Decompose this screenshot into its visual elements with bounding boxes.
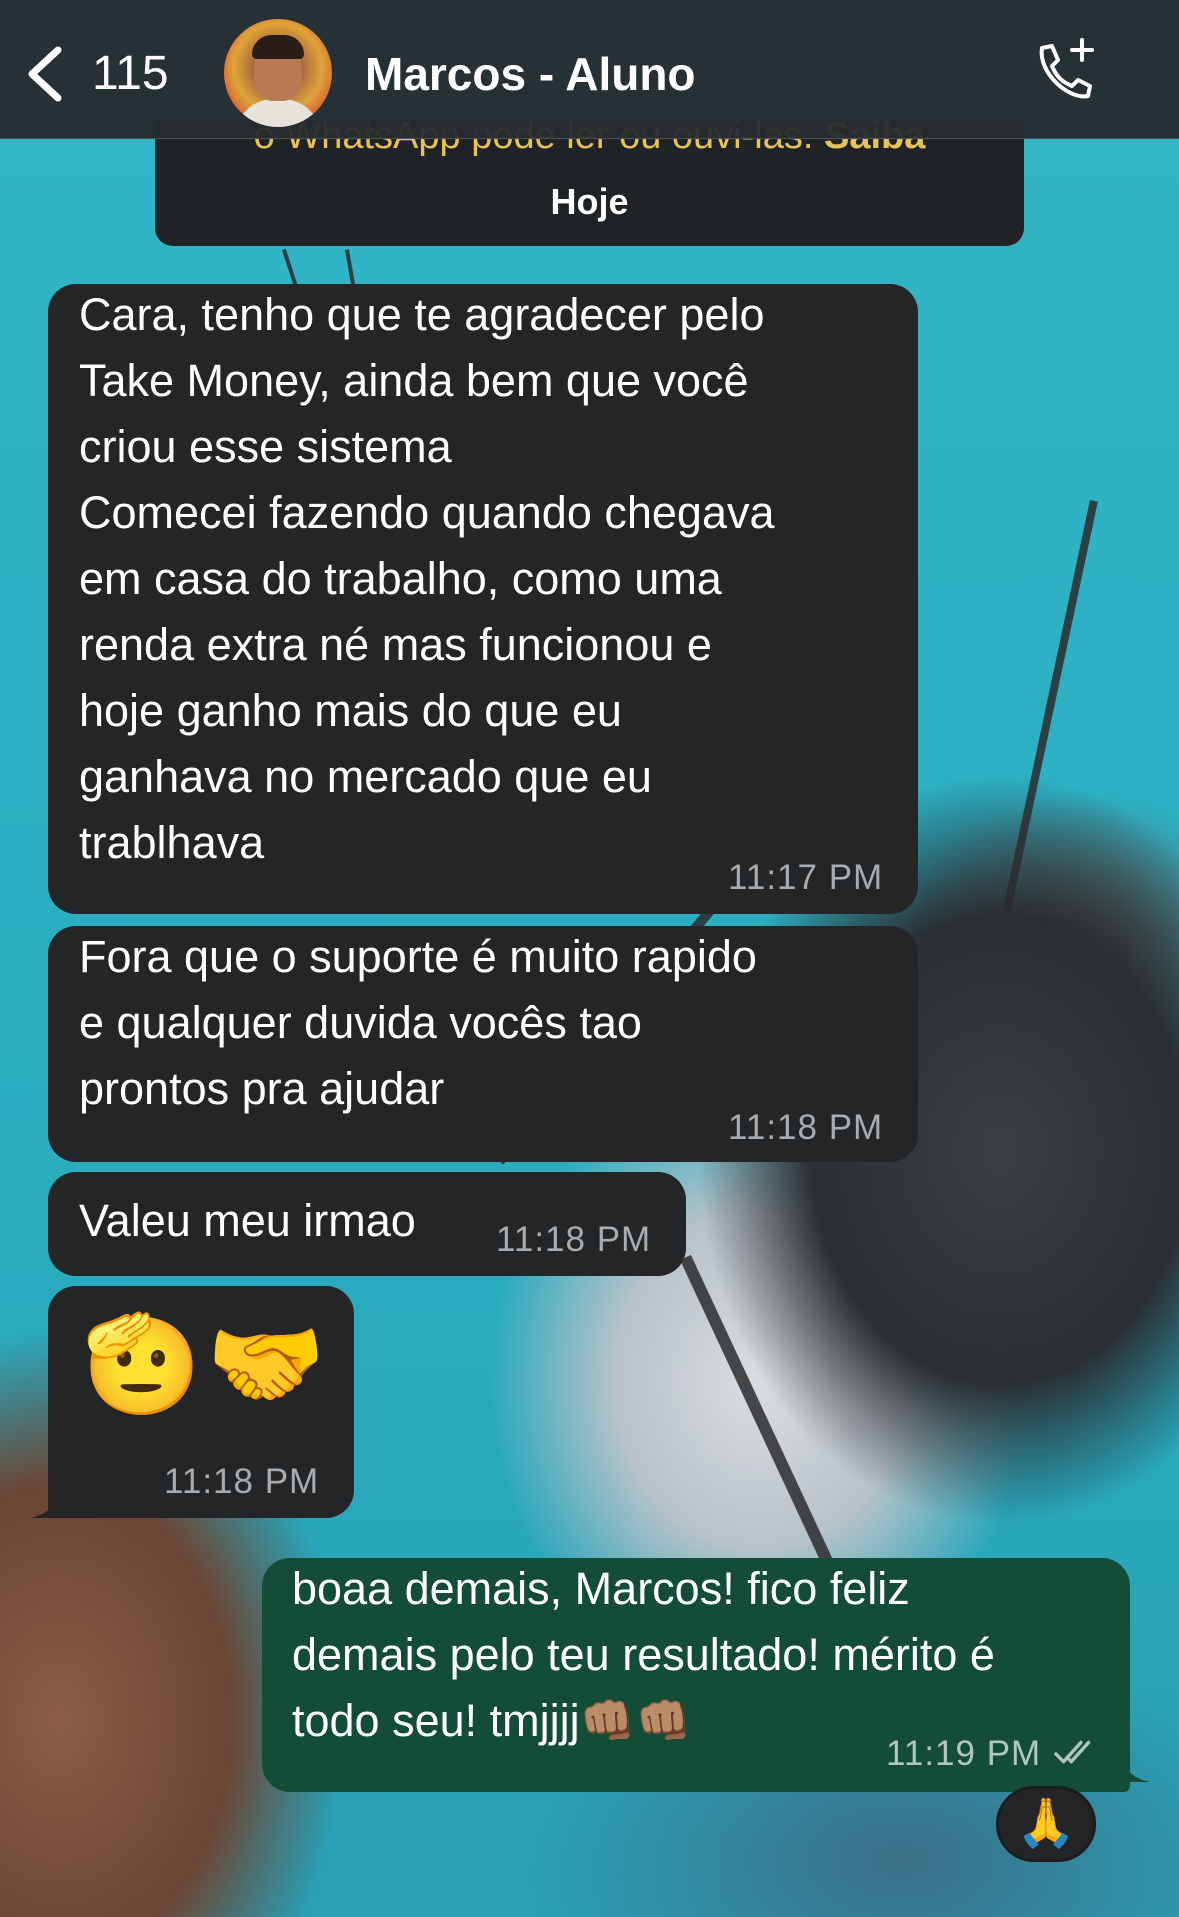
back-unread-count[interactable]: 115 [92,46,169,102]
chat-header: 115 Marcos - Aluno [0,0,1179,139]
message-text: Fora que o suporte é muito rapido e qual… [79,931,757,1114]
avatar[interactable] [224,19,332,127]
phone-add-icon[interactable] [1028,36,1098,106]
double-check-icon [1054,1740,1091,1764]
message-time: 11:18 PM [164,1462,320,1501]
message-bubble-incoming[interactable]: Valeu meu irmao 11:18 PM [48,1172,686,1276]
chevron-left-icon[interactable] [24,44,68,104]
saluting-face-emoji: 🫡 [82,1311,202,1418]
message-reaction[interactable]: 🙏 [996,1786,1096,1862]
message-text: boaa demais, Marcos! fico feliz demais p… [292,1563,995,1746]
message-time: 11:17 PM [728,858,884,897]
message-bubble-incoming[interactable]: Fora que o suporte é muito rapido e qual… [48,926,918,1162]
message-bubble-outgoing[interactable]: boaa demais, Marcos! fico feliz demais p… [262,1558,1130,1792]
message-time: 11:18 PM [496,1220,652,1259]
message-text: Valeu meu irmao [79,1195,416,1246]
message-bubble-incoming[interactable]: Cara, tenho que te agradecer pelo Take M… [48,284,918,914]
message-time: 11:18 PM [728,1108,884,1147]
message-bubble-incoming[interactable]: 🫡 🤝 11:18 PM [48,1286,354,1518]
message-text: Cara, tenho que te agradecer pelo Take M… [79,289,775,868]
contact-name[interactable]: Marcos - Aluno [365,46,696,102]
handshake-emoji: 🤝 [206,1311,326,1418]
message-time: 11:19 PM [886,1734,1042,1773]
date-separator: Hoje [550,181,629,222]
